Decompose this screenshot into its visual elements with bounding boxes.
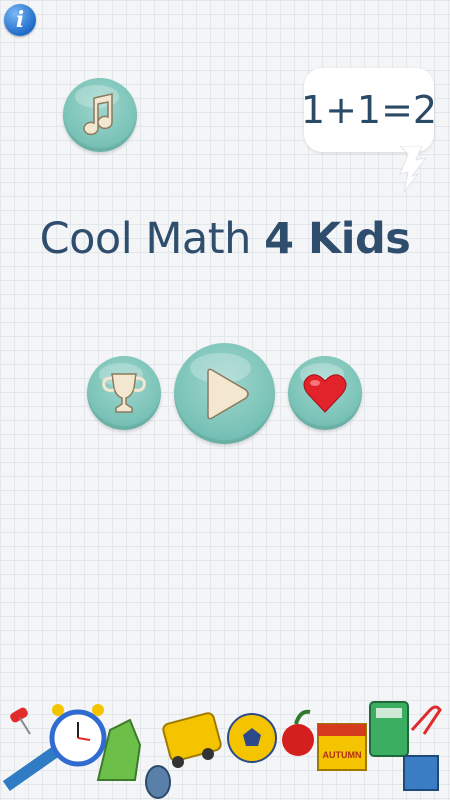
music-toggle-button[interactable]: [63, 78, 137, 152]
play-icon: [206, 368, 249, 419]
play-button[interactable]: [174, 343, 275, 444]
pushpin-icon: [10, 707, 31, 735]
calculator-icon: [369, 701, 409, 757]
school-supplies-footer: AUTUMN: [2, 701, 442, 799]
speech-bubble-tail: [399, 146, 428, 193]
speech-bubble: 1+1=2: [300, 68, 438, 152]
heart-icon: [303, 374, 347, 413]
soccer-ball-icon: [227, 713, 277, 763]
alarm-clock-icon: [49, 704, 107, 767]
app-title-bold: 4 Kids: [264, 214, 411, 264]
paperclip-icon: [410, 705, 442, 735]
school-bus-icon: [162, 712, 222, 768]
trophy-icon: [102, 373, 146, 413]
leaderboard-button[interactable]: [87, 356, 161, 430]
favorite-button[interactable]: [288, 356, 362, 430]
app-title-normal: Cool Math: [39, 214, 265, 264]
music-note-icon: [83, 93, 113, 136]
info-icon: i: [15, 7, 25, 33]
calendar-icon: AUTUMN: [317, 723, 367, 771]
computer-mouse-icon: [145, 765, 171, 799]
microscope-icon: [403, 755, 439, 791]
info-button[interactable]: i: [4, 4, 36, 36]
calendar-label: AUTUMN: [323, 750, 362, 760]
app-title: Cool Math 4 Kids: [0, 214, 450, 264]
equation-text: 1+1=2: [300, 88, 438, 132]
apple-icon: [282, 709, 314, 756]
